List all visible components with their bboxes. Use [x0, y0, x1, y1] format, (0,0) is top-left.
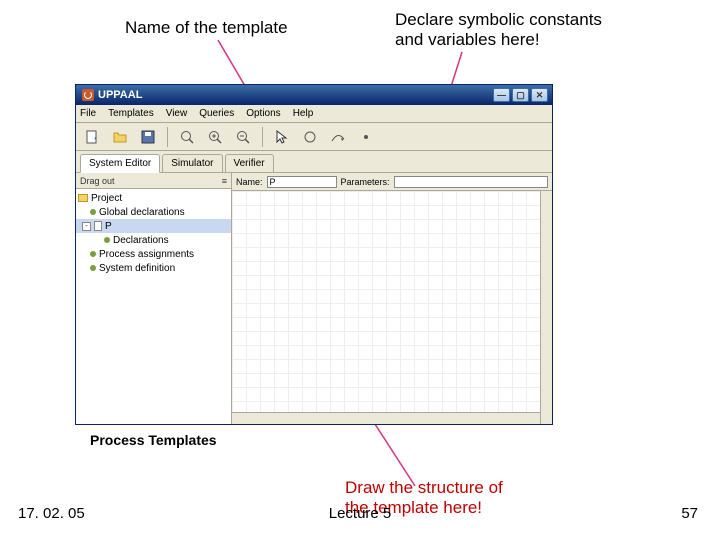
menu-file[interactable]: File [80, 108, 96, 119]
dragout-bar: Drag out≡ [76, 173, 231, 189]
hscrollbar[interactable] [232, 412, 540, 424]
dot-icon [90, 265, 96, 271]
project-tree[interactable]: Project Global declarations - P Declarati… [76, 189, 231, 424]
menubar: File Templates View Queries Options Help [76, 105, 552, 123]
tree-p: P [105, 221, 112, 232]
tree-global-decl: Global declarations [99, 207, 185, 218]
footer-page: 57 [681, 505, 698, 522]
dot-icon [104, 237, 110, 243]
edge-tool[interactable] [326, 126, 350, 148]
zoom-button[interactable] [175, 126, 199, 148]
dot-icon [90, 251, 96, 257]
vscrollbar[interactable] [540, 191, 552, 424]
slide-caption: Process Templates [90, 432, 217, 448]
save-button[interactable] [136, 126, 160, 148]
tree-system-def: System definition [99, 263, 175, 274]
collapse-icon[interactable]: - [82, 222, 91, 231]
workarea: Drag out≡ Project Global declarations -P… [76, 173, 552, 424]
folder-icon [78, 194, 88, 202]
side-pane: Drag out≡ Project Global declarations -P… [76, 173, 232, 424]
name-label: Name: [236, 177, 263, 187]
window-title: UPPAAL [98, 89, 142, 101]
params-input[interactable] [394, 176, 548, 188]
location-tool[interactable] [298, 126, 322, 148]
field-bar: Name: Parameters: [232, 173, 552, 191]
menu-help[interactable]: Help [293, 108, 314, 119]
tab-simulator[interactable]: Simulator [162, 154, 222, 172]
tree-project: Project [91, 193, 122, 204]
titlebar: UPPAAL — ▢ ✕ [76, 85, 552, 105]
open-button[interactable] [108, 126, 132, 148]
java-icon [82, 89, 94, 101]
menu-queries[interactable]: Queries [199, 108, 234, 119]
menu-templates[interactable]: Templates [108, 108, 154, 119]
new-button[interactable]: * [80, 126, 104, 148]
footer-lecture: Lecture 5 [329, 505, 392, 522]
menu-options[interactable]: Options [246, 108, 280, 119]
tab-verifier[interactable]: Verifier [225, 154, 274, 172]
close-button[interactable]: ✕ [531, 88, 548, 102]
edit-pane: Name: Parameters: [232, 173, 552, 424]
select-tool[interactable] [270, 126, 294, 148]
maximize-button[interactable]: ▢ [512, 88, 529, 102]
dot-icon [90, 209, 96, 215]
nail-tool[interactable] [354, 126, 378, 148]
params-label: Parameters: [341, 177, 390, 187]
drawing-canvas[interactable] [232, 191, 552, 424]
zoom-in-button[interactable] [203, 126, 227, 148]
app-window: UPPAAL — ▢ ✕ File Templates View Queries… [75, 84, 553, 425]
tab-system-editor[interactable]: System Editor [80, 154, 160, 173]
tree-declarations: Declarations [113, 235, 169, 246]
footer-date: 17. 02. 05 [18, 505, 85, 522]
name-input[interactable] [267, 176, 337, 188]
menu-view[interactable]: View [166, 108, 188, 119]
tab-bar: System Editor Simulator Verifier [76, 151, 552, 173]
toolbar: * [76, 123, 552, 151]
svg-text:*: * [94, 137, 97, 144]
minimize-button[interactable]: — [493, 88, 510, 102]
page-icon [94, 221, 102, 231]
annotation-declare: Declare symbolic constants and variables… [395, 10, 602, 51]
annotation-name: Name of the template [125, 18, 288, 38]
zoom-out-button[interactable] [231, 126, 255, 148]
tree-process-asg: Process assignments [99, 249, 194, 260]
